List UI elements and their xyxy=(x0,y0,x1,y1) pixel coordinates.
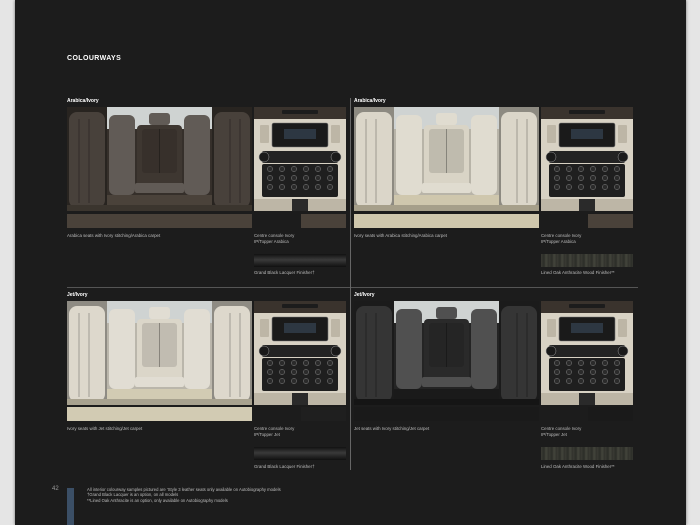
panel-label: Jet/Ivory xyxy=(354,292,375,298)
carpet-swatch xyxy=(354,214,539,228)
page-tab-marker xyxy=(67,488,74,525)
brochure-page: COLOURWAYS Arabica/Ivory Arabica seats w… xyxy=(15,0,686,525)
console-photo xyxy=(541,301,633,405)
horizontal-divider xyxy=(67,287,638,288)
console-swatch xyxy=(588,214,633,228)
seat-caption: Jet seats with Ivory stitching/Jet carpe… xyxy=(354,426,430,431)
console-caption-line-2: IP/Topper Jet xyxy=(254,432,280,437)
seat-caption: Ivory seats with Jet stitching/Jet carpe… xyxy=(67,426,143,431)
footnote: **Lined Oak Anthracite is an option, onl… xyxy=(87,497,228,503)
console-caption-line-2: IP/Topper Arabica xyxy=(254,239,289,244)
console-caption-line-2: IP/Topper Arabica xyxy=(541,239,576,244)
carpet-swatch xyxy=(67,407,252,421)
finisher-swatch xyxy=(254,447,346,460)
panel-label: Arabica/Ivory xyxy=(67,98,99,104)
finisher-caption: Lined Oak Anthracite Wood Finisher** xyxy=(541,270,615,275)
page-heading: COLOURWAYS xyxy=(67,55,122,62)
seat-caption: Ivory seats with Arabica stitching/Arabi… xyxy=(354,233,447,238)
console-swatch xyxy=(301,214,346,228)
finisher-swatch xyxy=(541,447,633,460)
console-swatch xyxy=(588,407,633,421)
console-caption-line-2: IP/Topper Jet xyxy=(541,432,567,437)
finisher-caption: Grand Black Lacquer Finisher† xyxy=(254,270,315,275)
finisher-caption: Grand Black Lacquer Finisher† xyxy=(254,464,315,469)
finisher-swatch xyxy=(541,254,633,267)
console-photo xyxy=(541,107,633,211)
seat-photo xyxy=(354,301,539,405)
finisher-caption: Lined Oak Anthracite Wood Finisher** xyxy=(541,464,615,469)
carpet-swatch xyxy=(354,407,539,421)
panel-label: Arabica/Ivory xyxy=(354,98,386,104)
seat-photo xyxy=(67,107,252,211)
vertical-divider xyxy=(350,98,351,470)
seat-caption: Arabica seats with Ivory stitching/Arabi… xyxy=(67,233,161,238)
page-number: 42 xyxy=(52,486,59,492)
panel-label: Jet/Ivory xyxy=(67,292,88,298)
console-photo xyxy=(254,107,346,211)
seat-photo xyxy=(354,107,539,211)
seat-photo xyxy=(67,301,252,405)
footnotes: All interior colourway samples pictured … xyxy=(87,487,281,503)
console-photo xyxy=(254,301,346,405)
finisher-swatch xyxy=(254,254,346,267)
console-swatch xyxy=(301,407,346,421)
carpet-swatch xyxy=(67,214,252,228)
